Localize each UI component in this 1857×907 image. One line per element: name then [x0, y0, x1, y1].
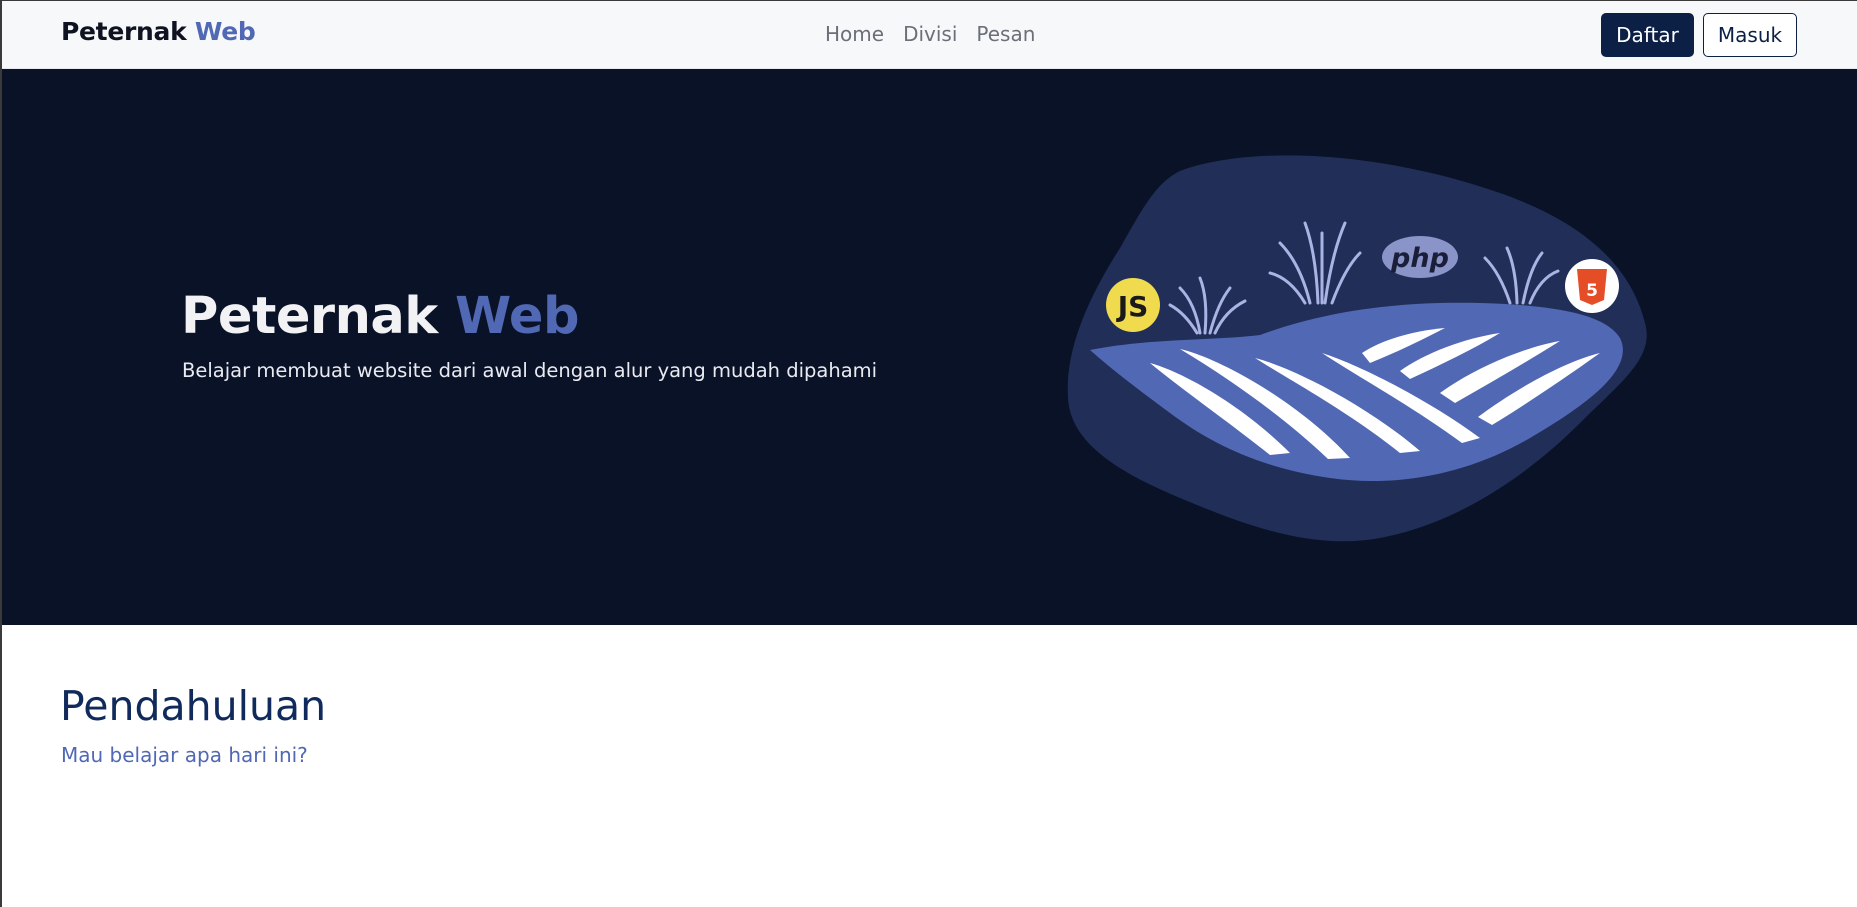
hero-section: Peternak Web Belajar membuat website dar…	[0, 69, 1857, 625]
nav-link-divisi[interactable]: Divisi	[903, 22, 957, 46]
navbar: Peternak Web Home Divisi Pesan Daftar Ma…	[0, 0, 1857, 69]
svg-text:php: php	[1390, 243, 1449, 274]
brand-accent: Web	[194, 17, 256, 46]
php-logo-icon: php	[1382, 236, 1458, 278]
js-logo-icon: JS	[1106, 278, 1160, 332]
nav-links: Home Divisi Pesan	[825, 22, 1035, 46]
login-button[interactable]: Masuk	[1703, 13, 1797, 57]
brand-name: Peternak	[61, 17, 187, 46]
brand-logo[interactable]: Peternak Web	[61, 17, 256, 46]
hero-title-main: Peternak	[181, 287, 438, 346]
hero-title-accent: Web	[455, 287, 580, 346]
window-frame-left	[0, 0, 2, 907]
window-frame-top	[0, 0, 1857, 1]
hero-subtitle: Belajar membuat website dari awal dengan…	[182, 359, 878, 382]
svg-text:JS: JS	[1116, 290, 1149, 323]
nav-link-pesan[interactable]: Pesan	[976, 22, 1035, 46]
html5-logo-icon: 5	[1565, 259, 1619, 313]
intro-title: Pendahuluan	[60, 682, 327, 730]
hero-illustration: JS php 5	[1067, 155, 1647, 542]
register-button[interactable]: Daftar	[1601, 13, 1694, 57]
hero-title: Peternak Web	[181, 287, 580, 346]
nav-link-home[interactable]: Home	[825, 22, 884, 46]
svg-text:5: 5	[1586, 281, 1598, 301]
intro-subtitle: Mau belajar apa hari ini?	[61, 743, 308, 767]
